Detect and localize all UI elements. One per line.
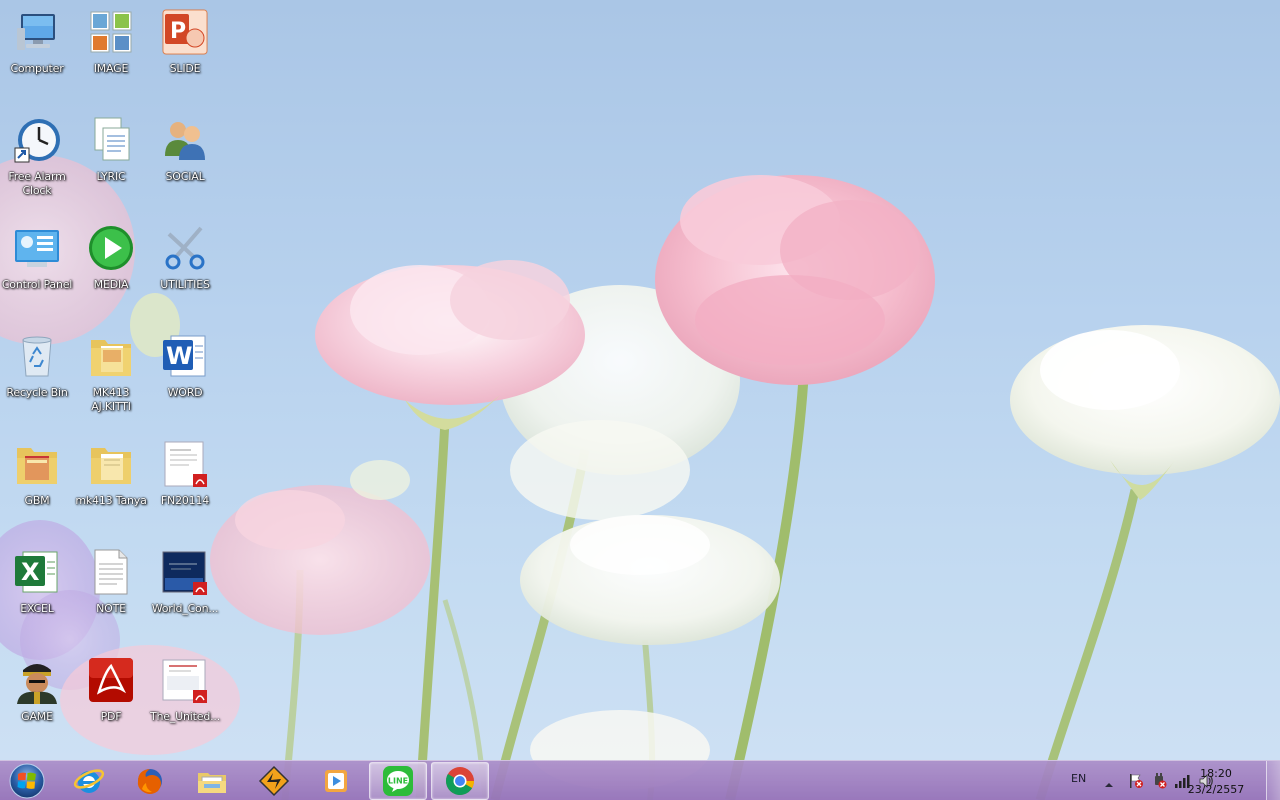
taskbar: LINE EN 18:20 23/2/2557 xyxy=(0,760,1280,800)
clock-date: 23/2/2557 xyxy=(1187,783,1245,796)
desktop-icon-label: World_Con... xyxy=(151,602,219,615)
folder-icon xyxy=(17,448,57,484)
game-icon xyxy=(17,664,57,704)
word-icon: W xyxy=(163,335,206,377)
control-panel-icon xyxy=(15,230,59,267)
language-indicator[interactable]: EN xyxy=(1071,772,1086,785)
desktop-icon-label: LYRIC xyxy=(96,170,126,183)
line-icon: LINE xyxy=(383,766,413,796)
desktop-icon-mk413-tanya[interactable]: mk413 Tanya xyxy=(74,440,148,508)
clock[interactable]: 18:20 23/2/2557 xyxy=(1181,766,1251,798)
start-button[interactable] xyxy=(4,761,50,800)
scissors-icon xyxy=(165,226,205,270)
adobe-reader-icon xyxy=(89,658,133,702)
media-player-icon xyxy=(325,770,347,792)
desktop-icon-label: Free Alarm Clock xyxy=(8,170,66,197)
show-desktop-button[interactable] xyxy=(1266,761,1280,800)
desktop-icon-label: MEDIA xyxy=(93,278,129,291)
desktop-icon-label: GBM xyxy=(24,494,50,507)
excel-icon: X xyxy=(15,551,58,593)
users-icon xyxy=(165,122,205,160)
desktop-icon-label: Control Panel xyxy=(1,278,73,291)
desktop-icon-label: mk413 Tanya xyxy=(75,494,147,507)
desktop-icon-free-alarm-clock[interactable]: Free Alarm Clock xyxy=(0,116,74,198)
action-center-tray[interactable] xyxy=(1128,773,1144,793)
text-file-icon xyxy=(94,549,128,595)
power-plug-icon xyxy=(1155,773,1167,789)
desktop-icon-slide[interactable]: P SLIDE xyxy=(148,8,222,76)
desktop-icon-label: MK413 AJ.KITTI xyxy=(91,386,131,413)
chrome-icon xyxy=(446,767,474,795)
taskbar-winamp[interactable] xyxy=(245,762,303,800)
desktop-icon-label: PDF xyxy=(100,710,122,723)
pdf-document-icon xyxy=(162,659,207,703)
taskbar-firefox[interactable] xyxy=(121,762,179,800)
desktop-icon-label: Computer xyxy=(10,62,64,75)
desktop-icon-social[interactable]: SOCIAL xyxy=(148,116,222,184)
desktop-icon-the-united[interactable]: The_United... xyxy=(148,656,222,724)
media-play-icon xyxy=(89,226,133,270)
show-hidden-icons-button[interactable] xyxy=(1104,775,1114,794)
taskbar-file-explorer[interactable] xyxy=(183,762,241,800)
desktop-icon-utilities[interactable]: UTILITIES xyxy=(148,224,222,292)
desktop-icon-label: UTILITIES xyxy=(160,278,210,291)
flag-warning-icon xyxy=(1130,774,1143,788)
desktop-icon-excel[interactable]: X EXCEL xyxy=(0,548,74,616)
desktop-icon-label: IMAGE xyxy=(93,62,129,75)
desktop-icon-label: FN20114 xyxy=(160,494,210,507)
desktop-icon-label: Recycle Bin xyxy=(6,386,68,399)
desktop-icon-game[interactable]: GAME xyxy=(0,656,74,724)
desktop-icon-label: WORD xyxy=(167,386,203,399)
documents-icon xyxy=(94,117,130,161)
taskbar-line[interactable]: LINE xyxy=(369,762,427,800)
desktop-icon-label: GAME xyxy=(21,710,53,723)
desktop-icon-lyric[interactable]: LYRIC xyxy=(74,116,148,184)
desktop-icon-media[interactable]: MEDIA xyxy=(74,224,148,292)
desktop-icon-image[interactable]: IMAGE xyxy=(74,8,148,76)
desktop-icon-control-panel[interactable]: Control Panel xyxy=(0,224,74,292)
taskbar-media-player[interactable] xyxy=(307,762,365,800)
pdf-document-icon xyxy=(164,441,207,487)
image-folder-icon xyxy=(90,11,132,53)
pdf-document-icon xyxy=(162,551,207,595)
clock-time: 18:20 xyxy=(1200,767,1232,780)
desktop-icon-label: The_United... xyxy=(150,710,220,723)
desktop-icon-gbm[interactable]: GBM xyxy=(0,440,74,508)
power-tray[interactable] xyxy=(1151,773,1167,793)
firefox-icon xyxy=(137,769,162,794)
desktop-icon-label: NOTE xyxy=(96,602,126,615)
alarm-clock-icon xyxy=(14,119,60,163)
desktop-icon-mk413-aj-kitti[interactable]: MK413 AJ.KITTI xyxy=(74,332,148,414)
desktop-icon-label: SLIDE xyxy=(169,62,201,75)
svg-text:W: W xyxy=(166,342,192,370)
taskbar-internet-explorer[interactable] xyxy=(60,762,118,800)
chevron-up-icon xyxy=(1105,783,1113,787)
internet-explorer-icon xyxy=(73,769,105,793)
desktop-icon-note[interactable]: NOTE xyxy=(74,548,148,616)
powerpoint-icon: P xyxy=(162,9,208,55)
start-orb-icon xyxy=(9,763,45,799)
taskbar-chrome[interactable] xyxy=(431,762,489,800)
svg-text:LINE: LINE xyxy=(388,777,408,786)
recycle-bin-icon xyxy=(22,336,52,377)
file-explorer-icon xyxy=(198,773,226,793)
computer-icon xyxy=(17,14,55,50)
folder-icon xyxy=(91,448,131,484)
folder-icon xyxy=(91,340,131,376)
desktop-icon-label: SOCIAL xyxy=(165,170,205,183)
desktop-icon-recycle-bin[interactable]: Recycle Bin xyxy=(0,332,74,400)
svg-text:P: P xyxy=(170,19,186,44)
svg-text:X: X xyxy=(21,558,40,586)
desktop-icon-fn20114[interactable]: FN20114 xyxy=(148,440,222,508)
desktop-icon-label: EXCEL xyxy=(20,602,54,615)
desktop-icon-computer[interactable]: Computer xyxy=(0,8,74,76)
desktop-icon-word[interactable]: W WORD xyxy=(148,332,222,400)
desktop-icon-world-con[interactable]: World_Con... xyxy=(148,548,222,616)
winamp-icon xyxy=(258,765,290,797)
desktop-icon-pdf[interactable]: PDF xyxy=(74,656,148,724)
